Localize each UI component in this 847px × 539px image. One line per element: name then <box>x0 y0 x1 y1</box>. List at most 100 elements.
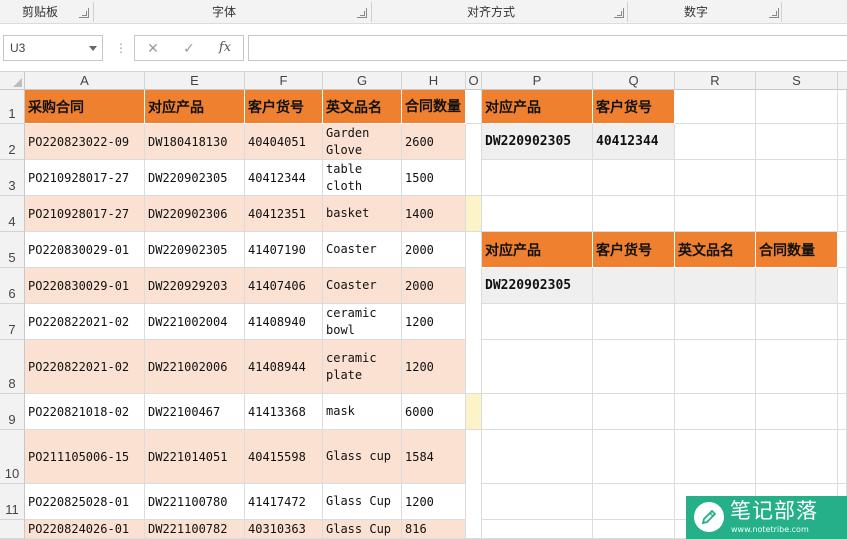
cell-contract[interactable]: PO220821018-02 <box>25 394 145 430</box>
empty-cell[interactable] <box>838 430 847 484</box>
lookup2-header-english-name[interactable]: 英文品名 <box>675 232 756 268</box>
cell-o2[interactable] <box>466 124 482 196</box>
cell-o10[interactable] <box>466 430 482 539</box>
cell-quantity[interactable]: 1200 <box>402 484 466 520</box>
empty-cell[interactable] <box>593 520 675 539</box>
cell-quantity[interactable]: 2000 <box>402 268 466 304</box>
cell-english-name[interactable]: Glass Cup <box>323 484 402 520</box>
cell-english-name[interactable]: basket <box>323 196 402 232</box>
cell-english-name[interactable]: Coaster <box>323 232 402 268</box>
column-header-r[interactable]: R <box>675 72 756 90</box>
cell-quantity[interactable]: 1584 <box>402 430 466 484</box>
empty-cell[interactable] <box>838 232 847 268</box>
empty-cell[interactable] <box>756 90 838 124</box>
empty-cell[interactable] <box>482 430 593 484</box>
empty-cell[interactable] <box>675 394 756 430</box>
lookup1-header-item-no[interactable]: 客户货号 <box>593 90 675 124</box>
row-header-7[interactable]: 7 <box>0 304 25 340</box>
cell-item-no[interactable]: 40310363 <box>245 520 323 539</box>
empty-cell[interactable] <box>675 340 756 394</box>
cell-english-name[interactable]: ceramic bowl <box>323 304 402 340</box>
column-header-t[interactable] <box>838 72 847 90</box>
number-launcher-icon[interactable] <box>769 8 779 18</box>
cell-product[interactable]: DW180418130 <box>145 124 245 160</box>
confirm-icon[interactable]: ✓ <box>171 36 207 60</box>
cell-item-no[interactable]: 41417472 <box>245 484 323 520</box>
cell-product[interactable]: DW220902305 <box>145 232 245 268</box>
cell-contract[interactable]: PO220830029-01 <box>25 232 145 268</box>
empty-cell[interactable] <box>756 304 838 340</box>
lookup2-value-product[interactable]: DW220902305 <box>482 268 593 304</box>
row-header-12[interactable] <box>0 520 25 539</box>
cell-item-no[interactable]: 40412351 <box>245 196 323 232</box>
cell-product[interactable]: DW220902305 <box>145 160 245 196</box>
clipboard-launcher-icon[interactable] <box>79 8 89 18</box>
cell-contract[interactable]: PO210928017-27 <box>25 196 145 232</box>
row-header-8[interactable]: 8 <box>0 340 25 394</box>
empty-cell[interactable] <box>482 160 593 196</box>
lookup2-header-item-no[interactable]: 客户货号 <box>593 232 675 268</box>
header-cell-quantity[interactable]: 合同数量 <box>402 90 466 124</box>
empty-cell[interactable] <box>756 196 838 232</box>
lookup2-value-quantity[interactable] <box>756 268 838 304</box>
header-cell-contract[interactable]: 采购合同 <box>25 90 145 124</box>
cell-english-name[interactable]: mask <box>323 394 402 430</box>
cell-quantity[interactable]: 1200 <box>402 340 466 394</box>
empty-cell[interactable] <box>675 304 756 340</box>
cell-product[interactable]: DW221100782 <box>145 520 245 539</box>
cell-contract[interactable]: PO220822021-02 <box>25 340 145 394</box>
cell-o4[interactable] <box>466 196 482 232</box>
row-header-11[interactable]: 11 <box>0 484 25 520</box>
empty-cell[interactable] <box>482 340 593 394</box>
formula-input[interactable] <box>248 35 847 61</box>
cell-item-no[interactable]: 41408940 <box>245 304 323 340</box>
cell-product[interactable]: DW221002004 <box>145 304 245 340</box>
cell-product[interactable]: DW220902306 <box>145 196 245 232</box>
empty-cell[interactable] <box>593 196 675 232</box>
cell-item-no[interactable]: 40404051 <box>245 124 323 160</box>
name-box[interactable]: U3 <box>3 35 103 61</box>
cell-english-name[interactable]: ceramic plate <box>323 340 402 394</box>
cell-product[interactable]: DW220929203 <box>145 268 245 304</box>
empty-cell[interactable] <box>482 520 593 539</box>
insert-function-icon[interactable]: fx <box>207 36 243 60</box>
cell-quantity[interactable]: 6000 <box>402 394 466 430</box>
cell-o5[interactable] <box>466 232 482 394</box>
empty-cell[interactable] <box>756 124 838 160</box>
cell-item-no[interactable]: 40415598 <box>245 430 323 484</box>
row-header-9[interactable]: 9 <box>0 394 25 430</box>
cell-o1[interactable] <box>466 90 482 124</box>
empty-cell[interactable] <box>838 268 847 304</box>
column-header-e[interactable]: E <box>145 72 245 90</box>
cell-english-name[interactable]: Glass Cup <box>323 520 402 539</box>
row-header-1[interactable]: 1 <box>0 90 25 124</box>
cell-item-no[interactable]: 40412344 <box>245 160 323 196</box>
cell-item-no[interactable]: 41407406 <box>245 268 323 304</box>
cell-item-no[interactable]: 41407190 <box>245 232 323 268</box>
column-header-f[interactable]: F <box>245 72 323 90</box>
cell-english-name[interactable]: Glass cup <box>323 430 402 484</box>
empty-cell[interactable] <box>675 160 756 196</box>
lookup2-header-product[interactable]: 对应产品 <box>482 232 593 268</box>
empty-cell[interactable] <box>482 304 593 340</box>
cell-item-no[interactable]: 41413368 <box>245 394 323 430</box>
cell-quantity[interactable]: 2000 <box>402 232 466 268</box>
row-header-10[interactable]: 10 <box>0 430 25 484</box>
column-header-h[interactable]: H <box>402 72 466 90</box>
empty-cell[interactable] <box>756 340 838 394</box>
empty-cell[interactable] <box>593 394 675 430</box>
empty-cell[interactable] <box>675 124 756 160</box>
empty-cell[interactable] <box>838 90 847 124</box>
column-header-s[interactable]: S <box>756 72 838 90</box>
chevron-down-icon[interactable] <box>89 46 97 51</box>
empty-cell[interactable] <box>756 160 838 196</box>
empty-cell[interactable] <box>838 340 847 394</box>
cell-contract[interactable]: PO220823022-09 <box>25 124 145 160</box>
empty-cell[interactable] <box>838 124 847 160</box>
row-header-6[interactable]: 6 <box>0 268 25 304</box>
column-header-o[interactable]: O <box>466 72 482 90</box>
cell-item-no[interactable]: 41408944 <box>245 340 323 394</box>
cell-quantity[interactable]: 1500 <box>402 160 466 196</box>
empty-cell[interactable] <box>593 484 675 520</box>
empty-cell[interactable] <box>756 394 838 430</box>
